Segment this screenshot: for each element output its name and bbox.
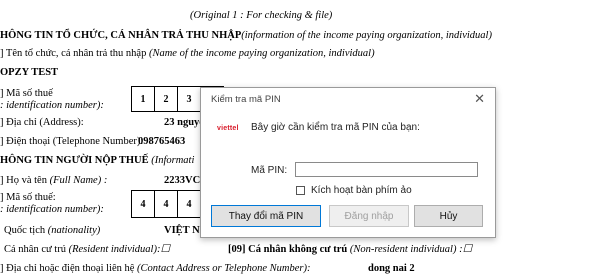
cancel-button[interactable]: Hủy — [414, 205, 483, 227]
virtual-keyboard-checkbox[interactable] — [296, 186, 305, 195]
tax-digit: 4 — [186, 198, 192, 210]
org-name-value: OPZY TEST — [0, 67, 59, 78]
phone-label: ] Điện thoại (Telephone Number): — [0, 136, 144, 147]
nonresident-row: [09] Cá nhân không cư trú (Non-resident … — [228, 244, 472, 255]
section1-heading: HÔNG TIN TỔ CHỨC, CÁ NHÂN TRẢ THU NHẬP(i… — [0, 30, 492, 41]
tax-code2-boxes: 4 4 4 — [131, 190, 201, 218]
contact-value: dong nai 2 — [368, 263, 415, 274]
section2-heading: HÔNG TIN NGƯỜI NỘP THUẾ (Informati — [0, 155, 195, 166]
dialog-titlebar[interactable]: Kiểm tra mã PIN ✕ — [201, 88, 495, 112]
fullname-label: ] Họ và tên (Full Name) : — [0, 175, 108, 186]
tax-code2-label: ] Mã số thuế: — [0, 192, 56, 203]
change-pin-button[interactable]: Thay đổi mã PIN — [211, 205, 321, 227]
contact-row: ] Địa chỉ hoặc điện thoại liên hệ (Conta… — [0, 263, 311, 274]
tax-code-label-en: : identification number): — [0, 100, 104, 111]
header-note: (Original 1 : For checking & file) — [190, 10, 333, 21]
pin-input[interactable] — [295, 162, 478, 177]
resident-row: Cá nhân cư trú (Resident individual):☐ — [4, 244, 170, 255]
pin-label: Mã PIN: — [251, 165, 288, 176]
org-name-row: ] Tên tổ chức, cá nhân trả thu nhập (Nam… — [0, 48, 375, 59]
nationality-label: Quốc tịch (nationality) — [4, 225, 101, 236]
tax-digit: 4 — [155, 191, 178, 217]
virtual-keyboard-label[interactable]: Kích hoạt bàn phím ảo — [311, 185, 412, 196]
close-icon[interactable]: ✕ — [474, 91, 485, 107]
phone-value: 098765463 — [138, 136, 186, 147]
pin-check-dialog: Kiểm tra mã PIN ✕ viettel Bây giờ cần ki… — [200, 87, 496, 238]
tax-digit: 2 — [155, 87, 178, 111]
tax-digit: 3 — [178, 87, 201, 111]
tax-digit: 4 — [132, 191, 155, 217]
viettel-logo: viettel — [217, 125, 239, 132]
tax-code2-label-en: : identification number): — [0, 204, 104, 215]
login-button[interactable]: Đăng nhập — [329, 205, 409, 227]
address-label: ] Địa chỉ (Address): — [0, 117, 84, 128]
tax-code-label: ] Mã số thuế — [0, 88, 53, 99]
dialog-title: Kiểm tra mã PIN — [211, 94, 281, 105]
tax-digit: 1 — [132, 87, 155, 111]
dialog-prompt: Bây giờ cần kiểm tra mã PIN của bạn: — [251, 122, 420, 133]
